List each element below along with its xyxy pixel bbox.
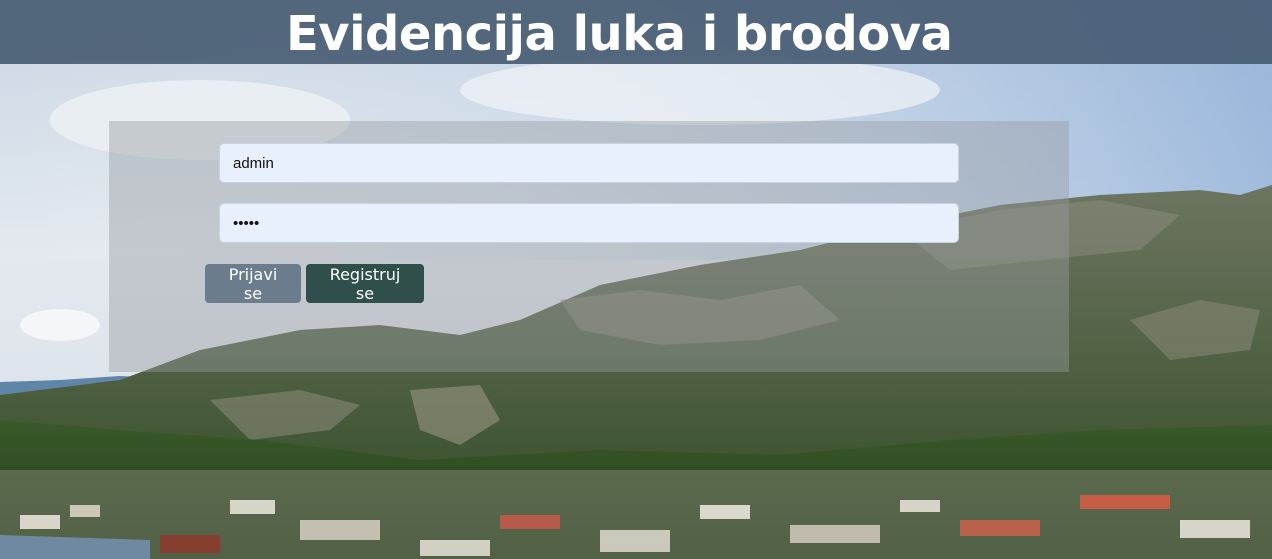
header-bar: Evidencija luka i brodova [0,0,1272,64]
login-button[interactable]: Prijavi se [205,264,301,303]
page-title: Evidencija luka i brodova [286,6,953,62]
password-input[interactable] [219,203,959,243]
page: Evidencija luka i brodova Prijavi se Reg… [0,0,1272,559]
register-button[interactable]: Registruj se [306,264,424,303]
username-input[interactable] [219,143,959,183]
login-panel: Prijavi se Registruj se [109,121,1069,372]
